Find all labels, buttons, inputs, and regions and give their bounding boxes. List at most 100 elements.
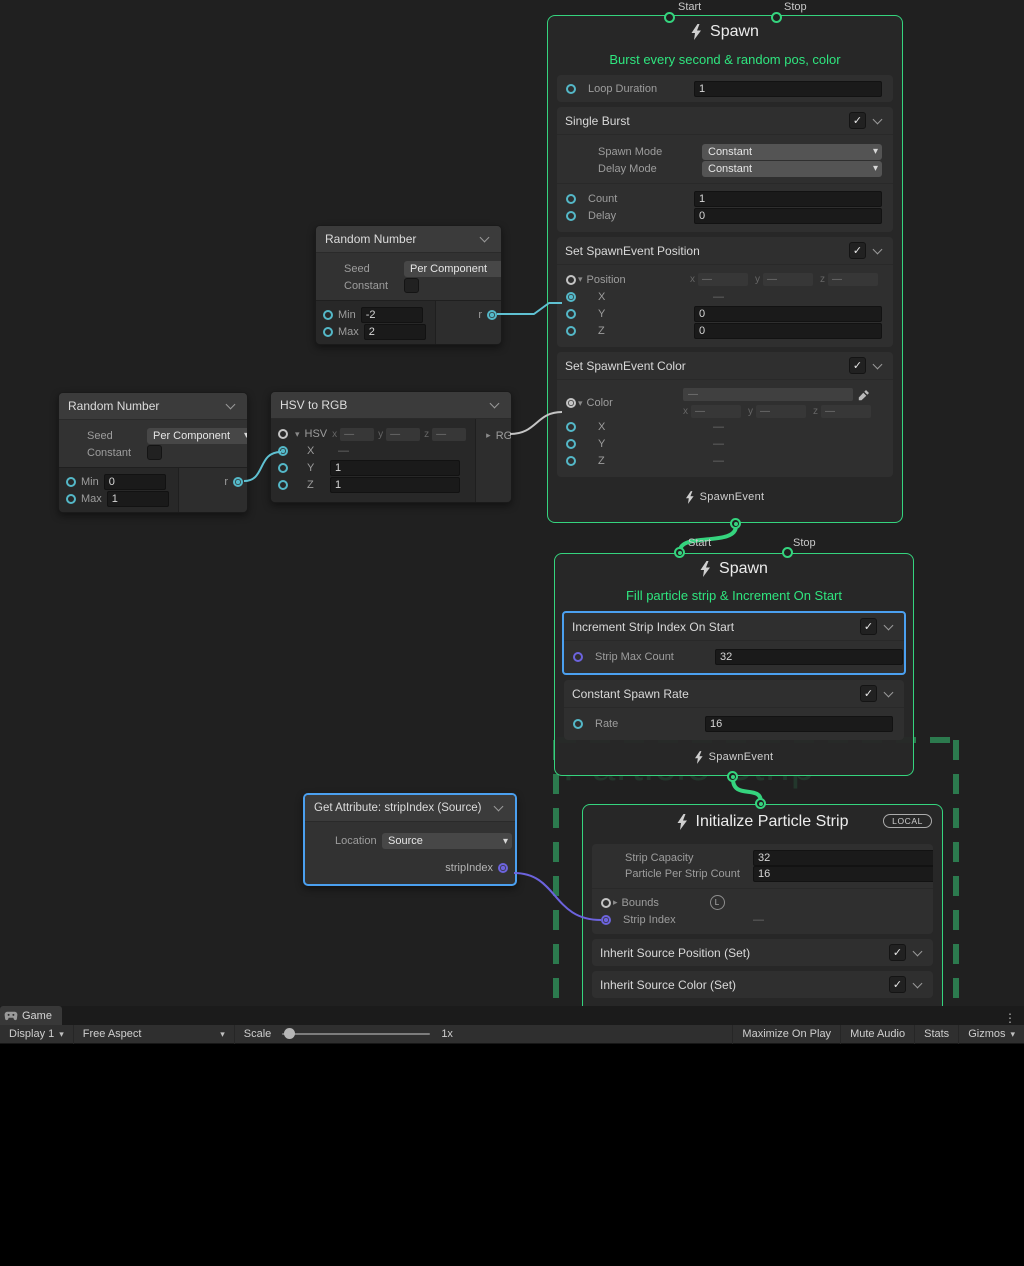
constant-spawn-rate-block[interactable]: Constant Spawn Rate Rate 16 (564, 680, 904, 740)
min-field[interactable]: 0 (104, 474, 166, 490)
count-field[interactable]: 1 (694, 191, 882, 207)
min-field[interactable]: -2 (361, 307, 423, 323)
node-header[interactable]: Random Number (316, 226, 501, 253)
panel-menu-icon[interactable] (996, 1011, 1024, 1025)
node-initialize-particle-strip[interactable]: Initialize Particle Strip LOCAL Strip Ca… (582, 804, 943, 1006)
single-burst-enabled-checkbox[interactable] (849, 112, 866, 129)
maximize-on-play-button[interactable]: Maximize On Play (732, 1025, 841, 1044)
spawn1-start-port[interactable] (664, 12, 675, 23)
hsv-z-mini-field[interactable]: — (432, 428, 466, 441)
increment-strip-enabled-checkbox[interactable] (860, 618, 877, 635)
inherit-source-position-header[interactable]: Inherit Source Position (Set) (592, 939, 933, 966)
color-port[interactable] (566, 398, 576, 408)
set-color-collapse-chevron[interactable] (871, 359, 885, 373)
hsv-y-mini-field[interactable]: — (386, 428, 420, 441)
gizmos-dropdown[interactable]: Gizmos (959, 1025, 1024, 1044)
set-position-collapse-chevron[interactable] (871, 244, 885, 258)
color-expander-icon[interactable] (578, 398, 583, 409)
node-header[interactable]: Random Number (59, 393, 247, 420)
strip-max-count-field[interactable]: 32 (715, 649, 903, 665)
hsv-expander-icon[interactable] (295, 429, 300, 440)
scale-slider[interactable] (282, 1033, 430, 1035)
mute-audio-button[interactable]: Mute Audio (841, 1025, 915, 1044)
node-spawn-strip[interactable]: Spawn Fill particle strip & Increment On… (554, 553, 914, 776)
bounds-port[interactable] (601, 898, 611, 908)
node-hsv-to-rgb[interactable]: HSV to RGB HSV x— y— z— (270, 391, 512, 503)
node-random-number-hue[interactable]: Random Number Seed Per Component Constan… (58, 392, 248, 513)
constant-spawn-rate-enabled-checkbox[interactable] (860, 685, 877, 702)
local-bounds-badge[interactable]: LOCAL (883, 814, 932, 828)
constant-checkbox[interactable] (404, 278, 419, 293)
max-port[interactable] (323, 327, 333, 337)
color-z-mini-field[interactable]: — (821, 405, 871, 418)
rgb-expander-icon[interactable] (486, 430, 491, 441)
position-z-field[interactable]: 0 (694, 323, 882, 339)
position-port[interactable] (566, 275, 576, 285)
tab-game[interactable]: Game (0, 1006, 62, 1025)
spawn1-spawnevent-out-port[interactable] (730, 518, 741, 529)
node-random-number-position[interactable]: Random Number Seed Per Component Constan… (315, 225, 502, 345)
set-position-header[interactable]: Set SpawnEvent Position (557, 237, 893, 264)
inherit-source-color-chevron[interactable] (911, 978, 925, 992)
node-collapse-chevron[interactable] (224, 399, 238, 413)
delay-mode-dropdown[interactable]: Constant (702, 161, 882, 177)
position-z-mini-field[interactable]: — (828, 273, 878, 286)
set-color-block[interactable]: Set SpawnEvent Color Color — (557, 352, 893, 477)
constant-checkbox[interactable] (147, 445, 162, 460)
position-z-port[interactable] (566, 326, 576, 336)
max-field[interactable]: 2 (364, 324, 426, 340)
hsv-x-mini-field[interactable]: — (340, 428, 374, 441)
position-y-port[interactable] (566, 309, 576, 319)
vfx-graph-canvas[interactable]: Particle Strip Spawn Burst every second … (0, 0, 1024, 1006)
constant-spawn-rate-collapse-chevron[interactable] (882, 687, 896, 701)
aspect-dropdown[interactable]: Free Aspect (74, 1025, 235, 1044)
set-position-enabled-checkbox[interactable] (849, 242, 866, 259)
seed-dropdown[interactable]: Per Component (147, 428, 248, 444)
display-dropdown[interactable]: Display 1 (0, 1025, 74, 1044)
location-dropdown[interactable]: Source (382, 833, 512, 849)
delay-port[interactable] (566, 211, 576, 221)
spawn2-stop-port[interactable] (782, 547, 793, 558)
spawn-mode-dropdown[interactable]: Constant (702, 144, 882, 160)
inherit-source-color-checkbox[interactable] (889, 976, 906, 993)
color-z-port[interactable] (566, 456, 576, 466)
initialize-flow-in-port[interactable] (755, 798, 766, 809)
increment-strip-collapse-chevron[interactable] (882, 620, 896, 634)
inherit-source-color-header[interactable]: Inherit Source Color (Set) (592, 971, 933, 998)
hsv-x-port[interactable] (278, 446, 288, 456)
position-x-port[interactable] (566, 292, 576, 302)
inherit-source-position-checkbox[interactable] (889, 944, 906, 961)
position-x-mini-field[interactable]: — (698, 273, 748, 286)
node-header[interactable]: HSV to RGB (271, 392, 511, 419)
max-field[interactable]: 1 (107, 491, 169, 507)
strip-index-port[interactable] (601, 915, 611, 925)
hsv-port[interactable] (278, 429, 288, 439)
set-color-enabled-checkbox[interactable] (849, 357, 866, 374)
bounds-local-icon[interactable]: L (710, 895, 725, 910)
color-swatch-field[interactable]: — (683, 388, 853, 401)
inherit-source-position-block[interactable]: Inherit Source Position (Set) (592, 939, 933, 966)
node-get-attribute-strip-index[interactable]: Get Attribute: stripIndex (Source) Locat… (303, 793, 517, 886)
color-y-port[interactable] (566, 439, 576, 449)
random-output-port[interactable] (487, 310, 497, 320)
min-port[interactable] (323, 310, 333, 320)
single-burst-collapse-chevron[interactable] (871, 114, 885, 128)
delay-field[interactable]: 0 (694, 208, 882, 224)
hsv-z-port[interactable] (278, 480, 288, 490)
position-expander-icon[interactable] (578, 274, 583, 285)
set-color-header[interactable]: Set SpawnEvent Color (557, 352, 893, 379)
rate-field[interactable]: 16 (705, 716, 893, 732)
increment-strip-header[interactable]: Increment Strip Index On Start (564, 613, 904, 640)
loop-duration-port[interactable] (566, 84, 576, 94)
set-position-block[interactable]: Set SpawnEvent Position Position x— y— z… (557, 237, 893, 347)
spawn2-start-port[interactable] (674, 547, 685, 558)
single-burst-block[interactable]: Single Burst Spawn Mode Constant Delay M… (557, 107, 893, 232)
node-header[interactable]: Get Attribute: stripIndex (Source) (305, 795, 515, 822)
strip-capacity-field[interactable]: 32 (753, 850, 933, 866)
hsv-y-field[interactable]: 1 (330, 460, 460, 476)
particle-per-strip-field[interactable]: 16 (753, 866, 933, 882)
max-port[interactable] (66, 494, 76, 504)
node-collapse-chevron[interactable] (478, 232, 492, 246)
node-collapse-chevron[interactable] (488, 398, 502, 412)
min-port[interactable] (66, 477, 76, 487)
